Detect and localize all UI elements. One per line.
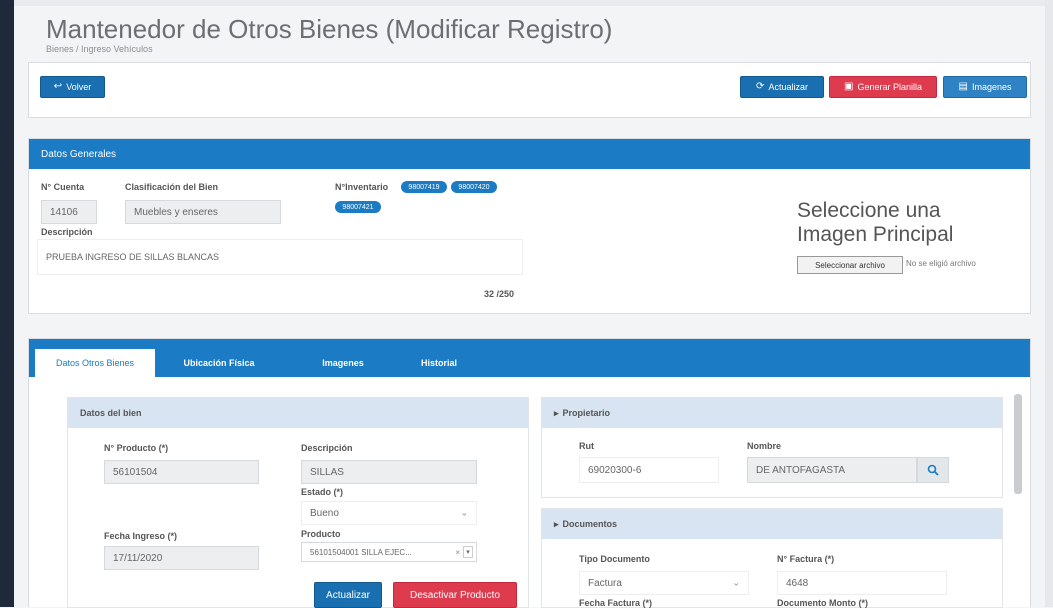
toolbar-panel: ↩ Volver ⟳ Actualizar ▣ Generar Planilla…	[28, 62, 1031, 118]
back-button[interactable]: ↩ Volver	[40, 76, 105, 98]
chevron-down-icon[interactable]: ▾	[463, 546, 473, 558]
doc-type-value: Factura	[588, 577, 622, 589]
scrollbar-thumb[interactable]	[1014, 394, 1022, 494]
char-counter: 32 /250	[484, 289, 515, 299]
main-content: Mantenedor de Otros Bienes (Modificar Re…	[14, 0, 1045, 608]
account-label: N° Cuenta	[41, 182, 85, 192]
tab-datos-otros-bienes[interactable]: Datos Otros Bienes	[35, 349, 155, 377]
bien-description-field[interactable]: SILLAS	[301, 460, 477, 484]
refresh-icon: ⟳	[756, 81, 765, 92]
image-prompt-line2: Imagen Principal	[797, 223, 954, 246]
inventory-pill: 98007421	[335, 201, 381, 213]
entry-date-label: Fecha Ingreso (*)	[104, 531, 178, 541]
general-data-header: Datos Generales	[29, 139, 1030, 169]
invoice-no-label: N° Factura (*)	[777, 554, 835, 564]
caret-icon: ▸	[554, 407, 559, 418]
tabs-panel: Datos Otros Bienes Ubicación Física Imag…	[28, 338, 1031, 608]
window-right-edge	[1044, 0, 1053, 607]
breadcrumb[interactable]: Bienes / Ingreso Vehículos	[46, 44, 153, 54]
invoice-no-field[interactable]: 4648	[777, 571, 947, 595]
tabs-bar: Datos Otros Bienes Ubicación Física Imag…	[29, 339, 1030, 377]
update-top-button[interactable]: ⟳ Actualizar	[740, 76, 824, 98]
generate-sheet-button-label: Generar Planilla	[857, 82, 922, 92]
clear-icon[interactable]: ×	[455, 548, 460, 557]
file-status-text: No se eligió archivo	[906, 259, 976, 268]
file-select-button[interactable]: Seleccionar archivo	[797, 256, 903, 274]
bien-description-label: Descripción	[301, 443, 353, 453]
doc-type-select[interactable]: Factura ⌄	[579, 571, 749, 595]
arrow-left-icon: ↩	[53, 81, 63, 92]
classification-label: Clasificación del Bien	[125, 182, 219, 192]
product-label: Producto	[301, 529, 341, 539]
inventory-pill: 98007420	[451, 181, 497, 193]
left-sidebar-strip	[0, 0, 14, 607]
back-button-label: Volver	[66, 82, 92, 92]
bien-header: Datos del bien	[68, 398, 528, 428]
image-prompt-line1: Seleccione una	[797, 199, 941, 222]
tab-historial[interactable]: Historial	[414, 349, 464, 377]
entry-date-field[interactable]: 17/11/2020	[104, 546, 259, 570]
documents-header: ▸ Documentos	[542, 509, 1002, 539]
owner-header-text: Propietario	[562, 408, 611, 418]
rut-label: Rut	[579, 441, 594, 451]
classification-field[interactable]: Muebles y enseres	[125, 200, 281, 224]
tab-imagenes[interactable]: Imagenes	[314, 349, 372, 377]
product-select-value: 56101504001 SILLA EJEC...	[310, 547, 412, 557]
product-no-field[interactable]: 56101504	[104, 460, 259, 484]
state-select-value: Bueno	[310, 507, 339, 519]
state-select[interactable]: Bueno ⌄	[301, 501, 477, 525]
deactivate-product-button[interactable]: Desactivar Producto	[393, 582, 517, 608]
update-top-button-label: Actualizar	[768, 82, 808, 92]
description-label: Descripción	[41, 227, 93, 237]
general-data-panel: Datos Generales N° Cuenta 14106 Clasific…	[28, 138, 1031, 314]
description-textarea[interactable]: PRUEBA INGRESO DE SILLAS BLANCAS	[37, 239, 523, 275]
chevron-down-icon: ⌄	[460, 507, 468, 518]
name-field[interactable]: DE ANTOFAGASTA	[747, 457, 917, 483]
images-button-label: Imagenes	[971, 82, 1012, 92]
caret-icon: ▸	[554, 518, 559, 529]
product-no-label-text: N° Producto (*)	[104, 443, 169, 453]
rut-field[interactable]: 69020300-6	[579, 457, 719, 483]
images-button[interactable]: ▤ Imagenes	[943, 76, 1027, 98]
owner-header: ▸ Propietario	[542, 398, 1002, 428]
page-title: Mantenedor de Otros Bienes (Modificar Re…	[46, 14, 613, 44]
account-field[interactable]: 14106	[41, 200, 97, 224]
generate-sheet-button[interactable]: ▣ Generar Planilla	[829, 76, 937, 98]
documents-header-text: Documentos	[562, 519, 618, 529]
images-icon: ▤	[958, 81, 968, 92]
doc-type-label: Tipo Documento	[579, 554, 650, 564]
state-label: Estado (*)	[301, 487, 344, 497]
product-no-label: N° Producto (*)	[104, 443, 168, 453]
inventory-label: N°Inventario	[335, 182, 389, 192]
tab-ubicacion-fisica[interactable]: Ubicación Física	[179, 349, 259, 377]
name-label: Nombre	[747, 441, 782, 451]
update-product-button[interactable]: Actualizar	[314, 582, 382, 608]
product-select[interactable]: 56101504001 SILLA EJEC... × ▾	[301, 542, 477, 562]
search-icon[interactable]	[917, 457, 949, 483]
inventory-pill: 98007419	[401, 181, 447, 193]
pdf-icon: ▣	[844, 81, 854, 92]
top-strip	[14, 0, 1045, 6]
chevron-down-icon: ⌄	[732, 577, 740, 588]
